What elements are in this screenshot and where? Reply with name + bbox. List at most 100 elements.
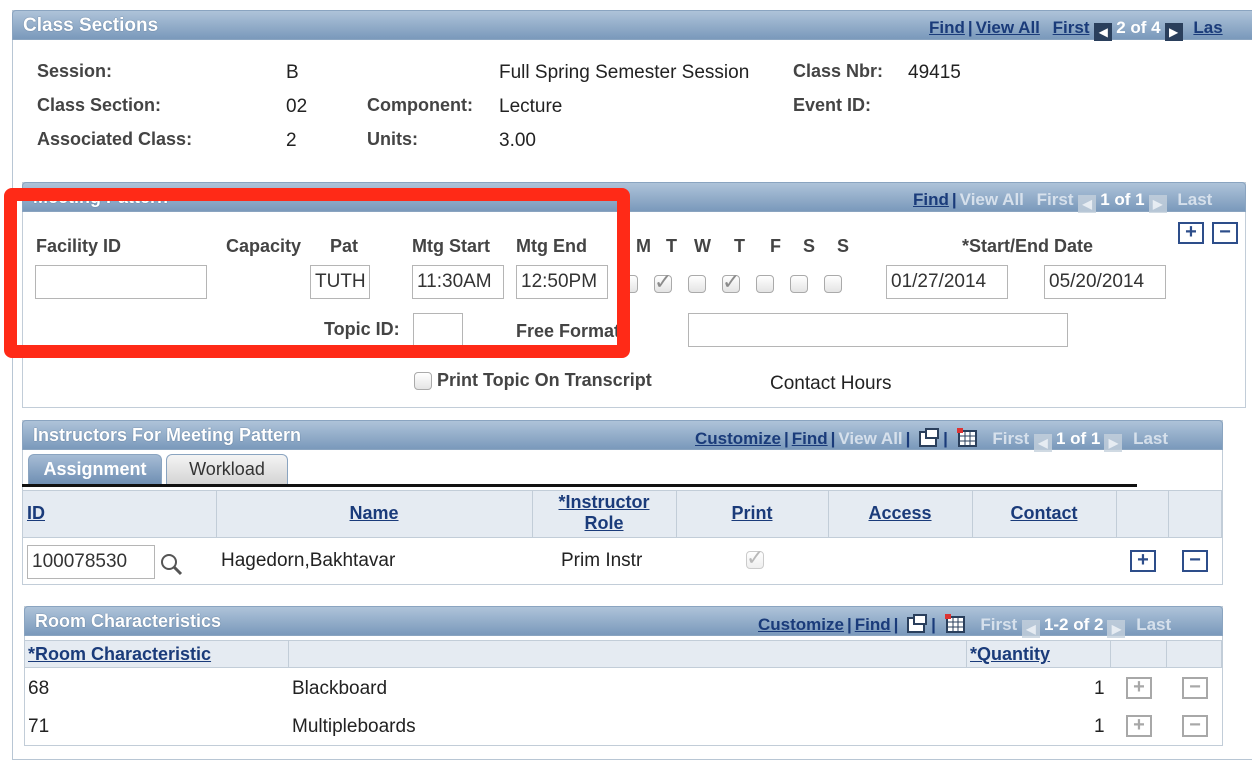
- add-instructor-button[interactable]: +: [1130, 550, 1156, 572]
- prev-arrow-icon: ◀: [1033, 434, 1052, 452]
- delete-row-button[interactable]: −: [1212, 222, 1238, 244]
- col-header-print[interactable]: Print: [676, 503, 828, 524]
- tab-assignment[interactable]: Assignment: [28, 454, 162, 484]
- record-count: 2 of 4: [1116, 18, 1161, 37]
- associated-class-label: Associated Class:: [37, 129, 193, 149]
- add-room-row-button: +: [1126, 715, 1152, 737]
- room-characteristics-nav: Customize | Find | | First ◀ 1-2 of 2 ▶ Last: [758, 614, 1172, 638]
- day-checkbox-thu[interactable]: ✓: [722, 269, 741, 294]
- room-row-2-quantity: 1: [1094, 716, 1105, 737]
- last-link: Last: [1133, 429, 1169, 448]
- first-link: First: [1036, 190, 1074, 209]
- delete-room-row-button: −: [1182, 677, 1208, 699]
- col-header-room-characteristic[interactable]: *Room Characteristic: [28, 644, 211, 665]
- next-arrow-icon: ▶: [1107, 620, 1126, 638]
- instructor-name: Hagedorn,Bakhtavar: [221, 550, 396, 571]
- col-header-name[interactable]: Name: [216, 503, 532, 524]
- component-value: Lecture: [499, 96, 563, 117]
- instructors-header: Instructors For Meeting Pattern Customiz…: [22, 420, 1223, 452]
- col-header-contact[interactable]: Contact: [972, 503, 1116, 524]
- room-row-1-code: 68: [28, 678, 50, 699]
- print-topic-checkbox[interactable]: [414, 372, 432, 390]
- contact-hours-label: Contact Hours: [770, 373, 892, 394]
- prev-arrow-icon: ◀: [1078, 195, 1097, 213]
- class-section-label: Class Section:: [37, 95, 162, 115]
- instructors-nav: Customize | Find | View All | | First ◀ 1 of 1…: [695, 428, 1169, 452]
- units-value: 3.00: [499, 130, 536, 151]
- meeting-pattern-nav: Find | View All First ◀ 1 of 1 ▶ Last: [913, 190, 1213, 213]
- day-label-sun: S: [837, 236, 850, 256]
- print-topic-label: Print Topic On Transcript: [437, 370, 652, 390]
- room-row-2-description: Multipleboards: [292, 716, 416, 737]
- customize-link[interactable]: Customize: [758, 615, 844, 634]
- add-row-button[interactable]: +: [1178, 222, 1204, 244]
- col-header-quantity[interactable]: *Quantity: [970, 644, 1050, 665]
- day-label-wed: W: [694, 236, 711, 256]
- tab-underline: [22, 484, 1137, 487]
- download-grid-icon[interactable]: [956, 428, 978, 448]
- print-checkbox: ✓: [746, 545, 765, 570]
- record-count: 1-2 of 2: [1043, 615, 1104, 634]
- associated-class-value: 2: [286, 130, 297, 151]
- record-count: 1 of 1: [1055, 429, 1101, 448]
- find-link[interactable]: Find: [929, 18, 965, 37]
- room-row-2-code: 71: [28, 716, 50, 737]
- next-arrow-icon: ▶: [1148, 195, 1167, 213]
- class-nbr-value: 49415: [908, 62, 961, 83]
- find-link[interactable]: Find: [855, 615, 891, 634]
- instructor-id-input[interactable]: 100078530: [27, 545, 155, 579]
- download-grid-icon[interactable]: [944, 614, 966, 634]
- room-row-1-description: Blackboard: [292, 678, 388, 699]
- end-date-input[interactable]: 05/20/2014: [1044, 265, 1166, 299]
- free-format-topic-input[interactable]: [688, 313, 1068, 347]
- next-arrow-icon[interactable]: ▶: [1164, 23, 1183, 41]
- view-all-link[interactable]: View All: [976, 18, 1040, 37]
- check-icon: ✓: [722, 269, 741, 294]
- customize-link[interactable]: Customize: [695, 429, 781, 448]
- last-link[interactable]: Las: [1193, 18, 1222, 37]
- col-header-id[interactable]: ID: [27, 503, 45, 524]
- day-label-sat: S: [803, 236, 816, 256]
- class-nbr-label: Class Nbr:: [793, 61, 884, 81]
- check-icon: ✓: [746, 545, 765, 570]
- day-label-fri: F: [770, 236, 781, 256]
- room-row-1-quantity: 1: [1094, 678, 1105, 699]
- prev-arrow-icon[interactable]: ◀: [1094, 23, 1113, 41]
- instructor-role: Prim Instr: [561, 550, 643, 571]
- prev-arrow-icon: ◀: [1021, 620, 1040, 638]
- class-sections-header: Class Sections Find | View All First ◀ 2 of…: [12, 10, 1252, 41]
- col-header-instructor-role[interactable]: *Instructor Role: [546, 492, 662, 534]
- new-window-icon[interactable]: [906, 614, 928, 634]
- tab-workload[interactable]: Workload: [166, 454, 288, 484]
- delete-instructor-button[interactable]: −: [1182, 550, 1208, 572]
- find-link[interactable]: Find: [792, 429, 828, 448]
- start-end-date-label: *Start/End Date: [962, 236, 1094, 256]
- session-description: Full Spring Semester Session: [499, 62, 750, 83]
- day-checkbox-sat[interactable]: [790, 275, 808, 293]
- room-characteristics-title: Room Characteristics: [35, 611, 222, 631]
- day-label-mon: M: [636, 236, 651, 256]
- highlight-box: [4, 188, 630, 358]
- check-icon: ✓: [654, 269, 673, 294]
- lookup-search-icon[interactable]: [159, 552, 183, 576]
- delete-room-row-button: −: [1182, 715, 1208, 737]
- instructors-title: Instructors For Meeting Pattern: [33, 425, 302, 445]
- day-checkbox-wed[interactable]: [688, 275, 706, 293]
- col-header-access[interactable]: Access: [828, 503, 972, 524]
- record-count: 1 of 1: [1100, 190, 1145, 209]
- start-date-input[interactable]: 01/27/2014: [886, 265, 1008, 299]
- day-checkbox-fri[interactable]: [756, 275, 774, 293]
- first-link[interactable]: First: [1053, 18, 1090, 37]
- class-sections-title: Class Sections: [23, 15, 159, 36]
- session-label: Session:: [37, 61, 113, 81]
- day-label-thu: T: [734, 236, 745, 256]
- day-checkbox-sun[interactable]: [824, 275, 842, 293]
- last-link: Last: [1177, 190, 1213, 209]
- day-checkbox-tue[interactable]: ✓: [654, 269, 673, 294]
- find-link[interactable]: Find: [913, 190, 949, 209]
- component-label: Component:: [367, 95, 473, 115]
- view-all-link: View All: [838, 429, 903, 448]
- last-link: Last: [1136, 615, 1172, 634]
- new-window-icon[interactable]: [918, 428, 940, 448]
- units-label: Units:: [367, 129, 418, 149]
